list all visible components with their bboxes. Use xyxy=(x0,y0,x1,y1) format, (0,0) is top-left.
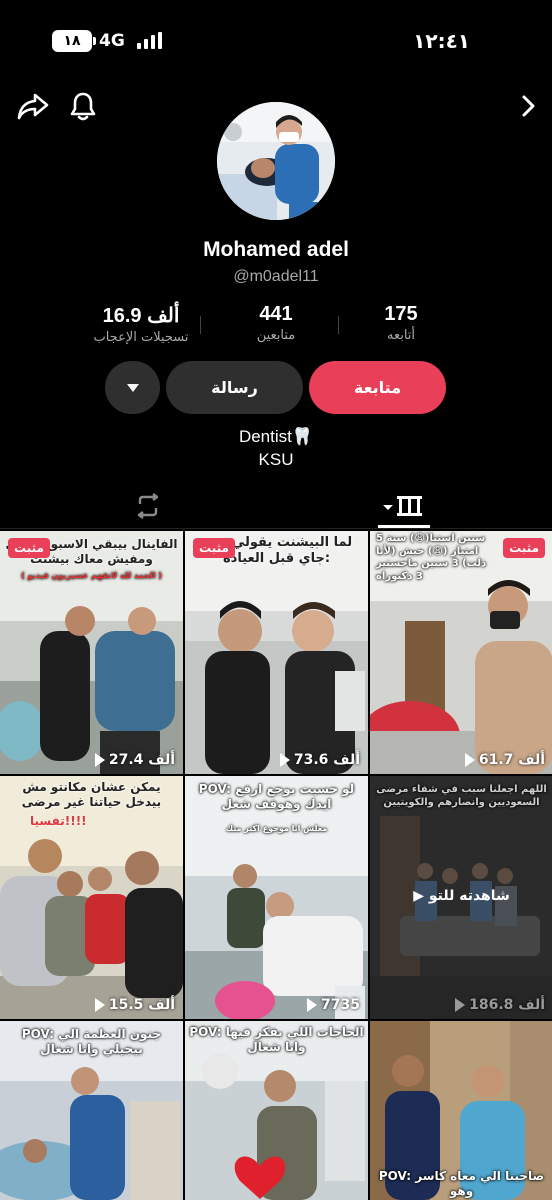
view-count: 73.6 ألف xyxy=(279,752,360,768)
profile-name: Mohamed adel xyxy=(203,238,349,261)
tab-reposts[interactable] xyxy=(128,487,168,525)
play-icon xyxy=(455,998,466,1012)
profile-handle: @m0adel11 xyxy=(233,268,319,285)
video-thumbnail[interactable]: POV: الحاجات اللي بفكر فيها وانا شغال xyxy=(185,1021,368,1200)
play-icon xyxy=(94,753,105,767)
following-stat[interactable]: 175 أتابعه xyxy=(336,303,466,343)
likes-stat[interactable]: 16.9 ألف تسجيلات الإعجاب xyxy=(76,303,206,345)
followers-stat[interactable]: 441 متابعين xyxy=(211,303,341,343)
battery-indicator: ١٨ xyxy=(52,30,96,52)
likes-count: 16.9 ألف xyxy=(102,305,180,327)
grid-icon xyxy=(383,496,422,516)
video-thumbnail[interactable]: الفاينال بيبقي الاسبوع الجاي ومفيش معاك … xyxy=(0,531,183,774)
just-watched-label: ▶ شاهدته للتو xyxy=(370,888,552,904)
play-icon xyxy=(464,753,475,767)
video-caption: 5 سنين استنا(😩) سنة امتياز (😩) جيش (لأنا… xyxy=(376,533,487,582)
video-subcaption: تفسيا!!!! xyxy=(30,814,87,828)
share-icon[interactable] xyxy=(13,86,53,126)
tab-divider xyxy=(0,528,552,529)
video-thumbnail[interactable]: يمكن عشان مكانتو مش بيدخل حياتنا غير مرض… xyxy=(0,776,183,1019)
video-subcaption: معلش انا موجوع اكتر منك xyxy=(225,824,328,833)
view-count-text: 15.5 ألف xyxy=(108,997,175,1013)
avatar[interactable] xyxy=(217,102,335,220)
just-watched-text: شاهدته للتو xyxy=(428,888,510,904)
video-thumbnail[interactable]: POV: لو حسيت بوجع ارفع ايدك وهوقف شغل مع… xyxy=(185,776,368,1019)
video-caption: POV: صاحبنا الي معاه كاسر وهو xyxy=(378,1169,545,1198)
status-bar: ١٨ 4G ١٢:٤١ xyxy=(0,0,552,84)
video-caption: POV: الحاجات اللي بفكر فيها وانا شغال xyxy=(189,1025,364,1054)
network-type: 4G xyxy=(99,31,125,51)
play-icon: ▶ xyxy=(413,888,429,904)
bio-line: Dentist🦷 xyxy=(238,427,314,446)
play-icon xyxy=(94,998,105,1012)
stat-divider xyxy=(200,316,201,334)
video-caption: يمكن عشان مكانتو مش بيدخل حياتنا غير مرض… xyxy=(21,780,162,809)
view-count-text: 27.4 ألف xyxy=(108,752,175,768)
video-caption: POV: جنون العظمة الي بيجيلي وانا شغال xyxy=(21,1027,162,1056)
video-subcaption: ( الحمد لله لاتفهم عسيريون فيديو ) xyxy=(21,571,162,580)
view-count-text: 73.6 ألف xyxy=(293,752,360,768)
video-grid: الفاينال بيبقي الاسبوع الجاي ومفيش معاك … xyxy=(0,531,552,1200)
bio-line: KSU xyxy=(258,450,294,469)
followers-label: متابعين xyxy=(256,328,296,343)
video-thumbnail[interactable]: POV: صاحبنا الي معاه كاسر وهو xyxy=(370,1021,552,1200)
video-thumbnail[interactable]: 5 سنين استنا(😩) سنة امتياز (😩) جيش (لأنا… xyxy=(370,531,552,774)
followers-count: 441 xyxy=(259,303,293,325)
view-count: 7735 xyxy=(307,997,360,1013)
pinned-badge: مثبت xyxy=(503,538,545,558)
view-count: 186.8 ألف xyxy=(455,997,545,1013)
signal-icon xyxy=(137,32,162,49)
view-count: 61.7 ألف xyxy=(464,752,545,768)
following-label: أتابعه xyxy=(386,328,416,343)
pinned-badge: مثبت xyxy=(193,538,235,558)
chevron-right-icon[interactable] xyxy=(508,86,548,126)
pinned-badge: مثبت xyxy=(8,538,50,558)
tab-videos[interactable] xyxy=(380,487,428,525)
play-icon xyxy=(279,753,290,767)
view-count: 27.4 ألف xyxy=(94,752,175,768)
repost-icon xyxy=(137,493,159,519)
more-options-button[interactable] xyxy=(105,361,160,414)
view-count: 15.5 ألف xyxy=(94,997,175,1013)
view-count-text: 186.8 ألف xyxy=(469,997,545,1013)
view-count-text: 61.7 ألف xyxy=(478,752,545,768)
follow-button[interactable]: متابعة xyxy=(309,361,446,414)
video-thumbnail[interactable]: POV: جنون العظمة الي بيجيلي وانا شغال xyxy=(0,1021,183,1200)
caret-down-icon xyxy=(126,383,139,392)
bell-icon[interactable] xyxy=(63,86,103,126)
clock: ١٢:٤١ xyxy=(413,29,470,53)
video-caption: POV: لو حسيت بوجع ارفع ايدك وهوقف شغل xyxy=(198,782,355,811)
likes-label: تسجيلات الإعجاب xyxy=(93,330,189,345)
play-icon xyxy=(307,998,318,1012)
profile-stats: 16.9 ألف تسجيلات الإعجاب 441 متابعين 175… xyxy=(76,303,476,349)
video-thumbnail[interactable]: لما البيشنت يقولي مش جاي قبل العياده: مث… xyxy=(185,531,368,774)
video-thumbnail[interactable]: اللهم اجعلنا سبب في شفاء مرضى السعوديين … xyxy=(370,776,552,1019)
video-caption: اللهم اجعلنا سبب في شفاء مرضى السعوديين … xyxy=(376,784,547,808)
following-count: 175 xyxy=(384,303,418,325)
message-button[interactable]: رسالة xyxy=(166,361,303,414)
view-count-text: 7735 xyxy=(321,997,360,1013)
